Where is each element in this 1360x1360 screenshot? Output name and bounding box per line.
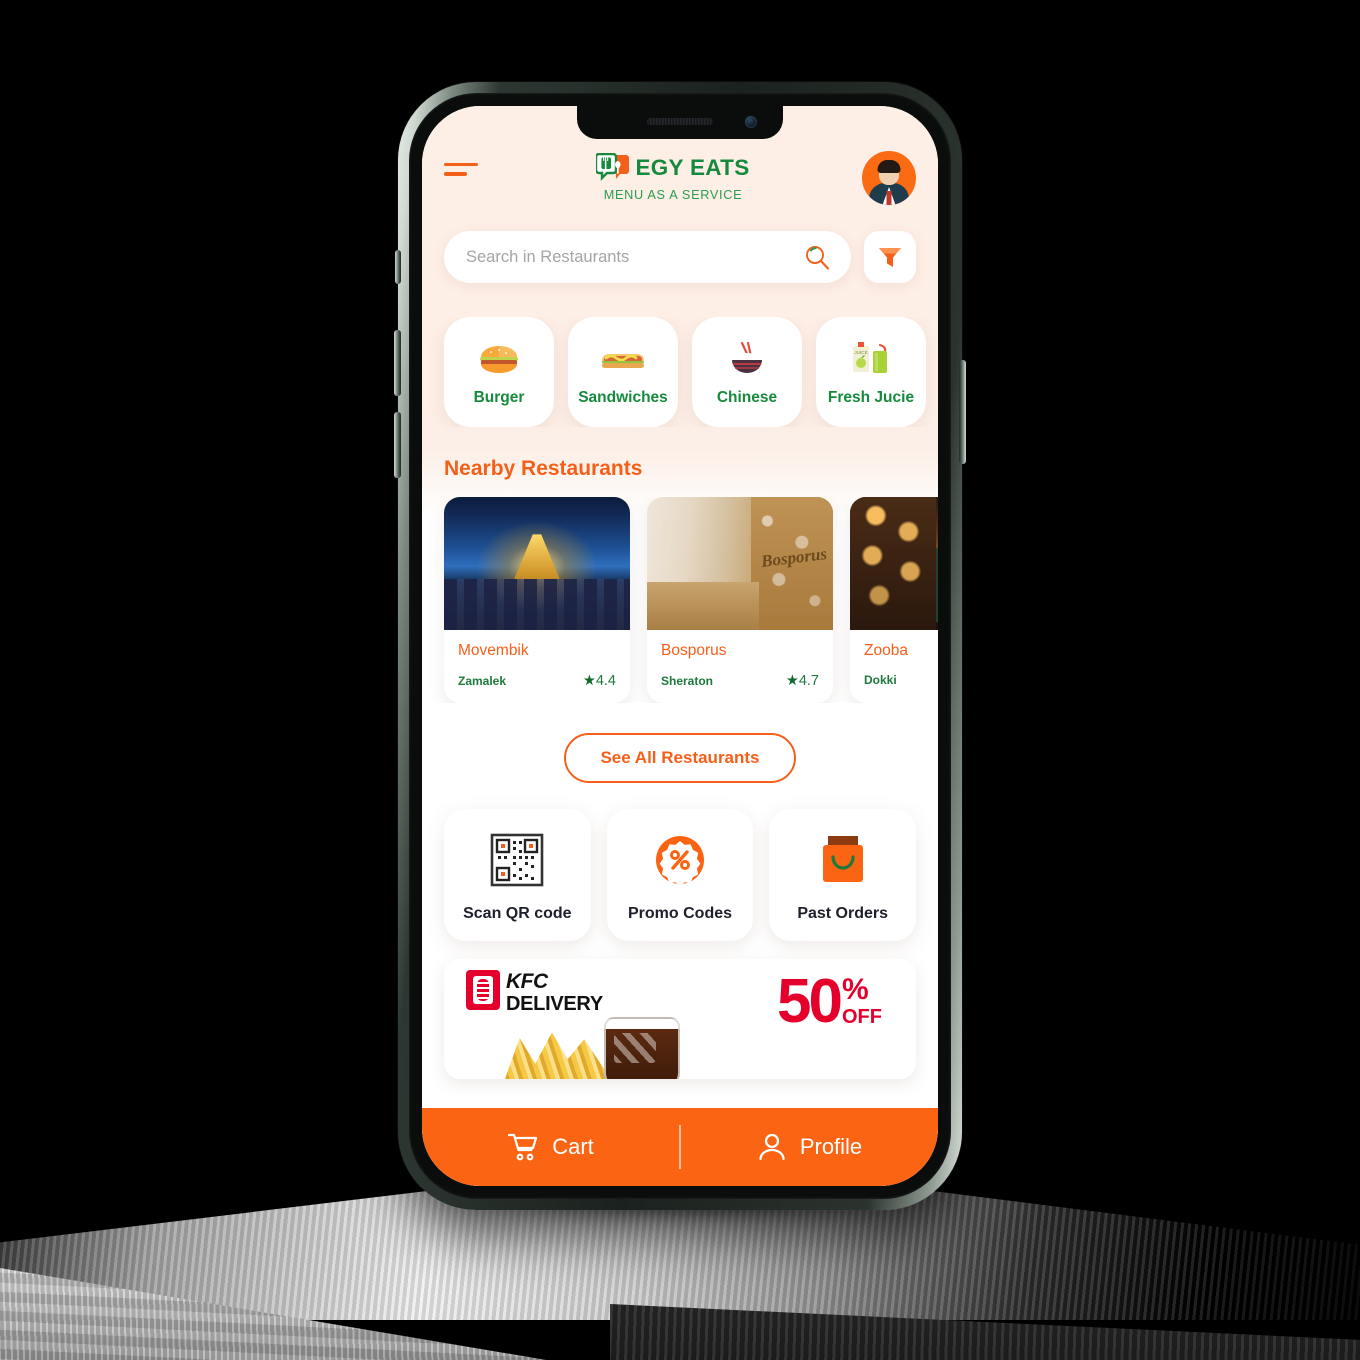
qr-code-icon [489, 831, 545, 889]
nav-cart[interactable]: Cart [422, 1132, 679, 1162]
category-fresh-jucie[interactable]: JUICE Fresh Jucie [816, 317, 926, 427]
see-all-restaurants-button[interactable]: See All Restaurants [564, 733, 796, 783]
restaurant-area: Sheraton [661, 674, 714, 688]
restaurant-name: Bosporus [661, 642, 727, 659]
discount-number: 50 [777, 967, 843, 1036]
kfc-brand-line: KFC [506, 970, 548, 993]
restaurant-card[interactable]: Movembik Zamalek ★4.4 [444, 497, 630, 703]
discount-block: 50 % OFF [777, 967, 882, 1036]
star-icon: ★ [785, 673, 799, 689]
category-chinese[interactable]: Chinese [692, 317, 802, 427]
category-sandwiches[interactable]: Sandwiches [568, 317, 678, 427]
power-button[interactable] [959, 360, 966, 464]
volume-up-button[interactable] [394, 330, 401, 396]
restaurant-card[interactable]: ZÖ Zooba Dokki [850, 497, 938, 703]
noodle-bowl-icon [727, 338, 767, 380]
kfc-delivery-line: DELIVERY [506, 993, 603, 1015]
kfc-logo-icon [466, 970, 500, 1010]
kfc-promo-banner[interactable]: KFC DELIVERY 50 % OFF [444, 959, 916, 1079]
hamburger-menu-icon[interactable] [444, 151, 484, 177]
cola-glass-image [604, 1017, 680, 1079]
fries-image [502, 1032, 618, 1079]
user-avatar[interactable] [862, 151, 916, 205]
shopping-cart-icon [508, 1133, 538, 1161]
hotdog-icon [600, 338, 646, 380]
search-input[interactable] [466, 247, 803, 267]
brand-tagline: MENU AS A SERVICE [603, 188, 743, 202]
shopping-bag-icon [816, 831, 870, 889]
funnel-filter-icon [879, 248, 901, 267]
restaurant-photo: ZÖ [850, 497, 938, 630]
restaurant-card[interactable]: Bosporus Bosporus Sheraton ★4.7 [647, 497, 833, 703]
star-icon: ★ [582, 673, 596, 689]
past-orders-tile[interactable]: Past Orders [769, 809, 917, 941]
egy-eats-logo-icon [596, 153, 630, 181]
nav-label: Cart [552, 1134, 594, 1159]
tile-label: Promo Codes [628, 905, 733, 922]
restaurant-name: Zooba [864, 642, 908, 659]
restaurant-name: Movembik [458, 642, 529, 659]
restaurant-rating: ★4.4 [582, 673, 616, 689]
restaurant-photo [444, 497, 630, 630]
scan-qr-tile[interactable]: Scan QR code [444, 809, 591, 941]
phone-screen: EGY EATS MENU AS A SERVICE Search in Res… [422, 106, 938, 1186]
restaurant-rating: ★4.7 [785, 673, 819, 689]
quick-actions: Scan QR code Promo Codes Past Orders [444, 809, 917, 941]
search-row [444, 231, 916, 283]
restaurant-area: Zamalek [458, 674, 507, 688]
category-label: Fresh Jucie [827, 388, 915, 406]
mute-switch[interactable] [395, 250, 401, 284]
category-label: Burger [473, 388, 525, 406]
filter-button[interactable] [864, 231, 916, 283]
brand-name: EGY EATS [635, 155, 750, 180]
restaurant-area: Dokki [864, 673, 897, 687]
front-camera-icon [745, 116, 757, 128]
scene: EGY EATS MENU AS A SERVICE Search in Res… [0, 0, 1360, 1360]
nav-label: Profile [799, 1134, 863, 1159]
volume-down-button[interactable] [394, 412, 401, 478]
svg-text:JUICE: JUICE [854, 350, 867, 355]
search-icon[interactable] [803, 243, 831, 271]
category-burger[interactable]: Burger [444, 317, 554, 427]
percent-badge-icon [652, 831, 708, 889]
category-label: Sandwiches [578, 388, 668, 406]
kfc-text-block: KFC DELIVERY [506, 971, 603, 1014]
bottom-navigation: Cart Profile [422, 1108, 938, 1186]
tile-label: Past Orders [797, 905, 889, 922]
nearby-section-title: Nearby Restaurants [444, 457, 643, 480]
phone-device: EGY EATS MENU AS A SERVICE Search in Res… [394, 82, 966, 1210]
see-all-wrap: See All Restaurants [422, 733, 938, 783]
burger-icon [477, 338, 521, 380]
restaurant-photo: Bosporus [647, 497, 833, 630]
nav-profile[interactable]: Profile [681, 1132, 938, 1162]
juice-icon: JUICE [849, 338, 893, 380]
category-list[interactable]: Burger Sandwiches Chinese JUICE Fresh Ju… [422, 317, 938, 427]
category-label: Chinese [716, 388, 778, 406]
promo-codes-tile[interactable]: Promo Codes [606, 809, 754, 941]
tile-label: Scan QR code [463, 905, 572, 922]
earpiece-speaker-icon [647, 118, 713, 125]
brand-block: EGY EATS MENU AS A SERVICE [484, 153, 862, 202]
search-box[interactable] [444, 231, 851, 283]
person-icon [759, 1133, 785, 1161]
percent-sign: % [842, 973, 869, 1006]
restaurant-list[interactable]: Movembik Zamalek ★4.4 Bosporus Bosporus … [422, 497, 938, 703]
off-label: OFF [842, 1006, 882, 1028]
app-viewport: EGY EATS MENU AS A SERVICE Search in Res… [422, 106, 938, 1186]
device-notch [577, 106, 783, 139]
